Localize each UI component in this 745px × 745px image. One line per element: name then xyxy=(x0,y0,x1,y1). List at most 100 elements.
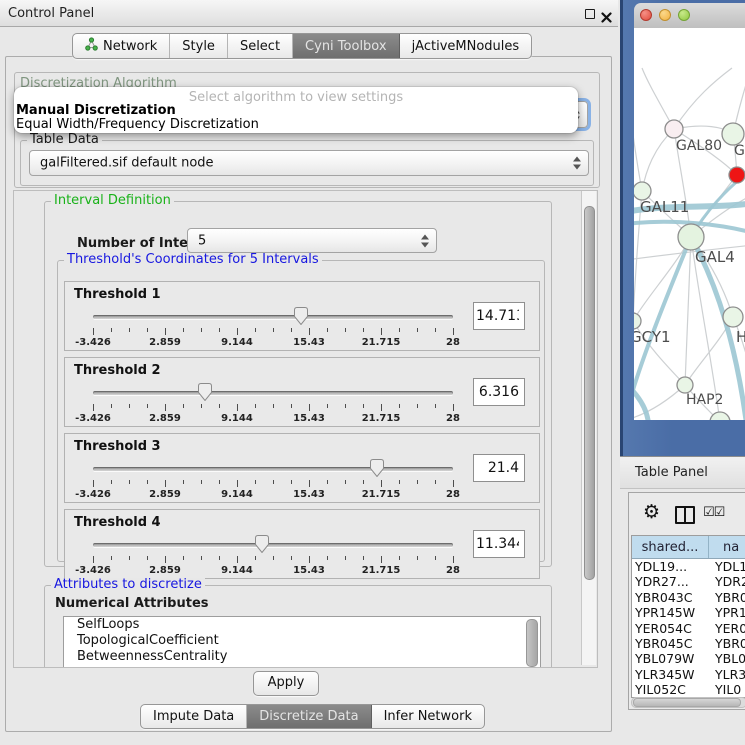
table-row[interactable]: YBR045CYBR0 xyxy=(632,636,745,651)
threshold-slider[interactable]: -3.4262.8599.14415.4321.71528 xyxy=(91,382,455,424)
float-window-icon[interactable] xyxy=(585,9,595,19)
threshold-label: Threshold 3 xyxy=(74,439,161,454)
tick-mark xyxy=(327,328,328,332)
gcy1-network-node[interactable] xyxy=(634,313,641,329)
tick-label: -3.426 xyxy=(75,337,111,348)
tab-jactivemnodules[interactable]: jActiveMNodules xyxy=(400,34,532,58)
gear-icon[interactable]: ⚙ xyxy=(643,501,660,523)
tab-discretize-data[interactable]: Discretize Data xyxy=(247,705,371,728)
apply-button[interactable]: Apply xyxy=(253,671,319,696)
tab-impute-data[interactable]: Impute Data xyxy=(141,705,247,728)
table-data-combo[interactable]: galFiltered.sif default node xyxy=(29,150,589,176)
slider-track xyxy=(93,467,453,471)
slider-thumb[interactable] xyxy=(370,459,384,477)
slider-thumb[interactable] xyxy=(198,383,212,401)
network-canvas[interactable]: GAL80GAGAL11GAL4GCY1HHAP2 xyxy=(634,28,745,420)
attribute-list-item[interactable]: BetweennessCentrality xyxy=(64,649,540,665)
hap2-network-node[interactable] xyxy=(677,377,693,393)
tick-mark xyxy=(111,480,112,484)
tab-select[interactable]: Select xyxy=(228,34,293,58)
column-header-shared-name[interactable]: shared... xyxy=(632,536,709,558)
table-data-group: Table Data galFiltered.sif default node xyxy=(20,140,594,186)
table-row[interactable]: YER054CYER0 xyxy=(632,621,745,636)
tick-mark xyxy=(165,556,166,563)
dropdown-item-manual-discretization[interactable]: Manual Discretization xyxy=(16,103,176,118)
table-row[interactable]: YDL19...YDL1 xyxy=(632,559,745,574)
tab-cyni-toolbox[interactable]: Cyni Toolbox xyxy=(293,34,400,58)
tick-mark xyxy=(435,480,436,484)
tick-label: 2.859 xyxy=(149,489,181,500)
zoom-traffic-light-icon[interactable] xyxy=(678,9,690,21)
thresholds-group-title: Threshold's Coordinates for 5 Intervals xyxy=(64,253,322,267)
slider-thumb[interactable] xyxy=(294,307,308,325)
network-node[interactable] xyxy=(710,412,730,420)
table-row[interactable]: YDR27...YDR2 xyxy=(632,574,745,589)
threshold-slider[interactable]: -3.4262.8599.14415.4321.71528 xyxy=(91,534,455,576)
table-row[interactable]: YBL079WYBL0 xyxy=(632,651,745,666)
column-header-name[interactable]: na xyxy=(709,536,745,558)
dropdown-item-equal-width-frequency[interactable]: Equal Width/Frequency Discretization xyxy=(16,117,259,132)
cell-name: YBL0 xyxy=(711,651,745,666)
tick-mark xyxy=(147,556,148,560)
numerical-attributes-list[interactable]: SelfLoopsTopologicalCoefficientBetweenne… xyxy=(63,616,541,668)
settings-scroll-viewport: Interval Definition Number of Intervals … xyxy=(13,190,598,668)
threshold-slider[interactable]: -3.4262.8599.14415.4321.71528 xyxy=(91,306,455,348)
threshold-value-field[interactable] xyxy=(473,378,525,406)
network-node[interactable] xyxy=(723,307,743,327)
tab-infer-network[interactable]: Infer Network xyxy=(372,705,484,728)
slider-track xyxy=(93,543,453,547)
minimize-traffic-light-icon[interactable] xyxy=(659,9,671,21)
cell-shared-name: YBL079W xyxy=(632,651,711,666)
tick-mark xyxy=(381,404,382,411)
tick-mark xyxy=(201,404,202,408)
threshold-value-field[interactable] xyxy=(473,454,525,482)
threshold-value-field[interactable] xyxy=(473,530,525,558)
split-view-icon[interactable] xyxy=(675,506,695,524)
table-horizontal-scrollbar[interactable] xyxy=(631,697,745,708)
gal4-network-node[interactable] xyxy=(678,224,704,250)
attribute-list-item[interactable]: SelfLoops xyxy=(64,617,540,633)
settings-scrollbar-thumb[interactable] xyxy=(584,206,595,580)
settings-scrollbar[interactable] xyxy=(581,191,596,665)
close-traffic-light-icon[interactable] xyxy=(640,9,652,21)
tick-mark xyxy=(453,556,454,563)
tick-label: 21.715 xyxy=(362,489,401,500)
table-row[interactable]: YPR145WYPR1 xyxy=(632,605,745,620)
tick-label: 9.144 xyxy=(221,337,253,348)
number-of-intervals-combo[interactable]: 5 xyxy=(187,228,437,253)
network-node[interactable] xyxy=(729,167,745,183)
gal80-network-node[interactable] xyxy=(665,120,683,138)
list-scrollbar-thumb[interactable] xyxy=(526,619,538,667)
tick-mark xyxy=(219,556,220,560)
network-node[interactable] xyxy=(722,123,744,145)
screen: Control Panel NetworkStyleSelectCyni Too… xyxy=(0,0,745,745)
tick-mark xyxy=(309,556,310,563)
table-row[interactable]: YLR345WYLR3 xyxy=(632,667,745,682)
cell-shared-name: YIL052C xyxy=(632,682,711,697)
tick-label: 9.144 xyxy=(221,489,253,500)
network-edge xyxy=(642,68,674,129)
slider-thumb[interactable] xyxy=(255,535,269,553)
node-label-ga: GA xyxy=(734,143,745,159)
network-window-titlebar[interactable] xyxy=(634,3,745,29)
tick-mark xyxy=(291,328,292,332)
tick-mark xyxy=(147,404,148,408)
table-data-combo-value: galFiltered.sif default node xyxy=(40,156,214,171)
tick-mark xyxy=(129,480,130,484)
tick-mark xyxy=(255,404,256,408)
tick-mark xyxy=(345,328,346,332)
table-data-group-title: Table Data xyxy=(27,133,102,147)
threshold-slider[interactable]: -3.4262.8599.14415.4321.71528 xyxy=(91,458,455,500)
network-graph[interactable]: GAL80GAGAL11GAL4GCY1HHAP2 xyxy=(634,28,745,420)
threshold-value-field[interactable] xyxy=(473,302,525,330)
close-icon[interactable] xyxy=(601,8,612,19)
attribute-list-item[interactable]: TopologicalCoefficient xyxy=(64,633,540,649)
table-row[interactable]: YIL052CYIL0 xyxy=(632,682,745,697)
table-scrollbar-thumb[interactable] xyxy=(633,698,741,707)
tab-network[interactable]: Network xyxy=(73,34,170,58)
select-columns-icon[interactable]: ☑☑ xyxy=(703,505,724,520)
slider-track xyxy=(93,391,453,395)
table-row[interactable]: YBR043CYBR0 xyxy=(632,590,745,605)
tick-mark xyxy=(345,480,346,484)
tab-style[interactable]: Style xyxy=(170,34,228,58)
